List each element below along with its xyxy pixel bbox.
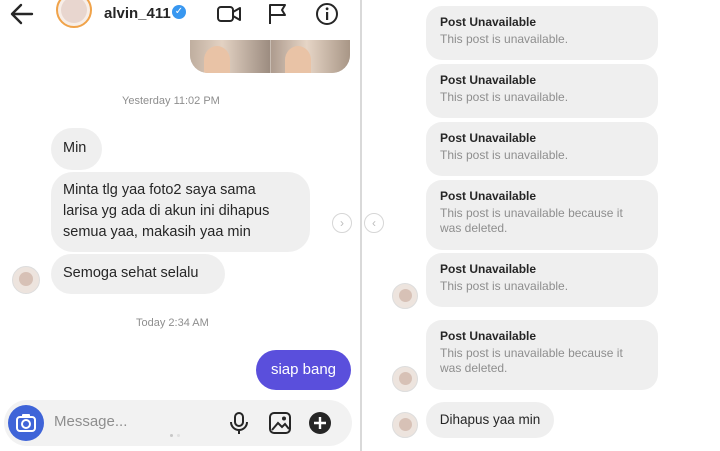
received-message: Min — [51, 128, 102, 170]
username[interactable]: alvin_411 — [104, 5, 171, 22]
chat-thread-left: alvin_411 ✓ Yesterday 11:02 PM Min Minta… — [0, 0, 360, 451]
sent-message: siap bang — [256, 350, 351, 390]
post-unavailable-card[interactable]: Post Unavailable This post is unavailabl… — [426, 253, 658, 307]
sender-avatar[interactable] — [392, 366, 418, 392]
received-message: Dihapus yaa min — [426, 402, 554, 438]
verified-badge-icon: ✓ — [172, 5, 186, 19]
timestamp: Yesterday 11:02 PM — [122, 95, 220, 107]
chat-thread-right: Post Unavailable This post is unavailabl… — [362, 0, 720, 451]
camera-icon[interactable] — [8, 405, 44, 441]
post-unavailable-card[interactable]: Post Unavailable This post is unavailabl… — [426, 6, 658, 60]
shared-photo[interactable] — [190, 40, 350, 73]
info-icon[interactable] — [314, 2, 340, 26]
post-unavailable-card[interactable]: Post Unavailable This post is unavailabl… — [426, 122, 658, 176]
chevron-right-icon[interactable]: › — [332, 213, 352, 233]
chat-header: alvin_411 ✓ — [0, 0, 360, 30]
add-icon[interactable] — [307, 410, 333, 436]
video-call-icon[interactable] — [216, 2, 242, 26]
profile-avatar[interactable] — [56, 0, 92, 28]
flag-icon[interactable] — [265, 2, 291, 26]
post-unavailable-card[interactable]: Post Unavailable This post is unavailabl… — [426, 320, 658, 390]
sender-avatar[interactable] — [392, 412, 418, 438]
microphone-icon[interactable] — [226, 410, 252, 436]
post-unavailable-card[interactable]: Post Unavailable This post is unavailabl… — [426, 180, 658, 250]
gallery-icon[interactable] — [267, 410, 293, 436]
post-unavailable-card[interactable]: Post Unavailable This post is unavailabl… — [426, 64, 658, 118]
timestamp: Today 2:34 AM — [136, 317, 209, 329]
sender-avatar[interactable] — [12, 266, 40, 294]
message-input[interactable]: Message... — [54, 413, 127, 430]
page-indicator — [170, 434, 184, 438]
back-arrow-icon[interactable] — [8, 2, 36, 26]
received-message: Minta tlg yaa foto2 saya sama larisa yg … — [51, 172, 310, 252]
chevron-left-icon[interactable]: ‹ — [364, 213, 384, 233]
sender-avatar[interactable] — [392, 283, 418, 309]
received-message: Semoga sehat selalu — [51, 254, 225, 294]
message-composer: Message... — [4, 400, 352, 446]
